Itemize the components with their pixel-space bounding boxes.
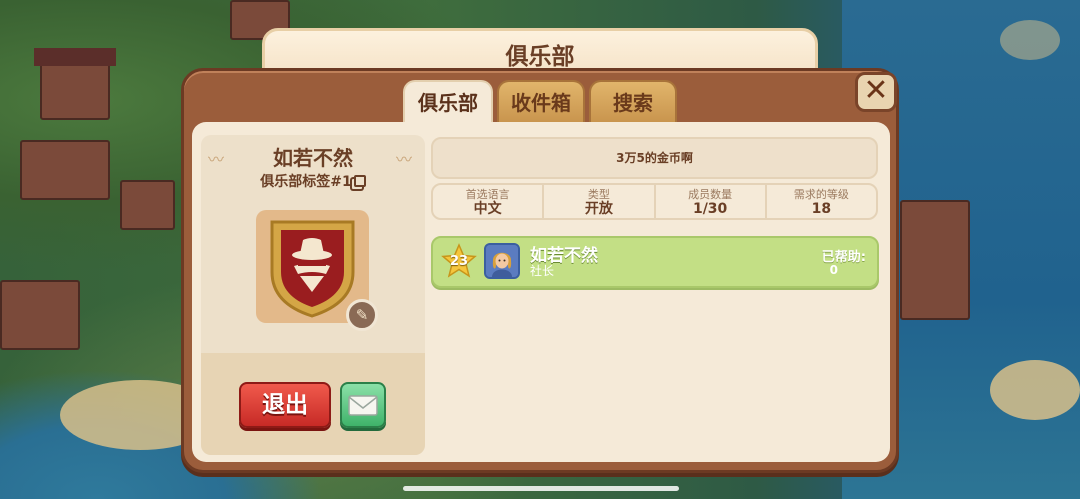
stat-label: 首选语言 [465, 188, 510, 201]
window-title: 俱乐部 [505, 44, 575, 70]
tab-search[interactable]: 搜索 [589, 80, 677, 122]
club-tag[interactable]: 俱乐部标签#1 [201, 171, 425, 191]
stat-members: 成员数量 1/30 [656, 185, 767, 218]
stat-value: 1/30 [692, 201, 728, 217]
edit-badge-button[interactable]: ✎ [346, 299, 378, 331]
tab-club[interactable]: 俱乐部 [403, 80, 493, 126]
exit-button[interactable]: 退出 [239, 382, 331, 428]
stat-label: 成员数量 [688, 188, 733, 201]
club-stats: 首选语言 中文 类型 开放 成员数量 1/30 需求的等级 18 [431, 183, 878, 220]
stat-required-level: 需求的等级 18 [767, 185, 876, 218]
club-tag-text: 俱乐部标签#1 [260, 174, 352, 190]
pencil-icon: ✎ [355, 306, 369, 324]
stat-label: 类型 [587, 188, 610, 201]
member-role: 社长 [530, 264, 555, 278]
club-name: 如若不然 [273, 146, 353, 170]
stat-language: 首选语言 中文 [433, 185, 545, 218]
copy-icon[interactable] [353, 175, 366, 187]
tab-inbox[interactable]: 收件箱 [497, 80, 585, 122]
stat-value: 18 [811, 201, 832, 217]
club-description: 3万5的金币啊 [431, 137, 878, 179]
stat-value: 中文 [473, 201, 502, 217]
avatar[interactable] [484, 243, 520, 279]
mail-icon [348, 395, 378, 416]
helped-value: 0 [829, 263, 838, 277]
mail-button[interactable] [340, 382, 386, 428]
close-button[interactable]: ✕ [855, 72, 897, 112]
member-level: 23 [449, 254, 469, 269]
close-icon: ✕ [863, 73, 889, 108]
stat-label: 需求的等级 [793, 188, 849, 201]
player-avatar-icon [486, 245, 518, 277]
stat-type: 类型 开放 [544, 185, 656, 218]
stat-value: 开放 [584, 201, 613, 217]
home-indicator[interactable] [403, 486, 679, 491]
